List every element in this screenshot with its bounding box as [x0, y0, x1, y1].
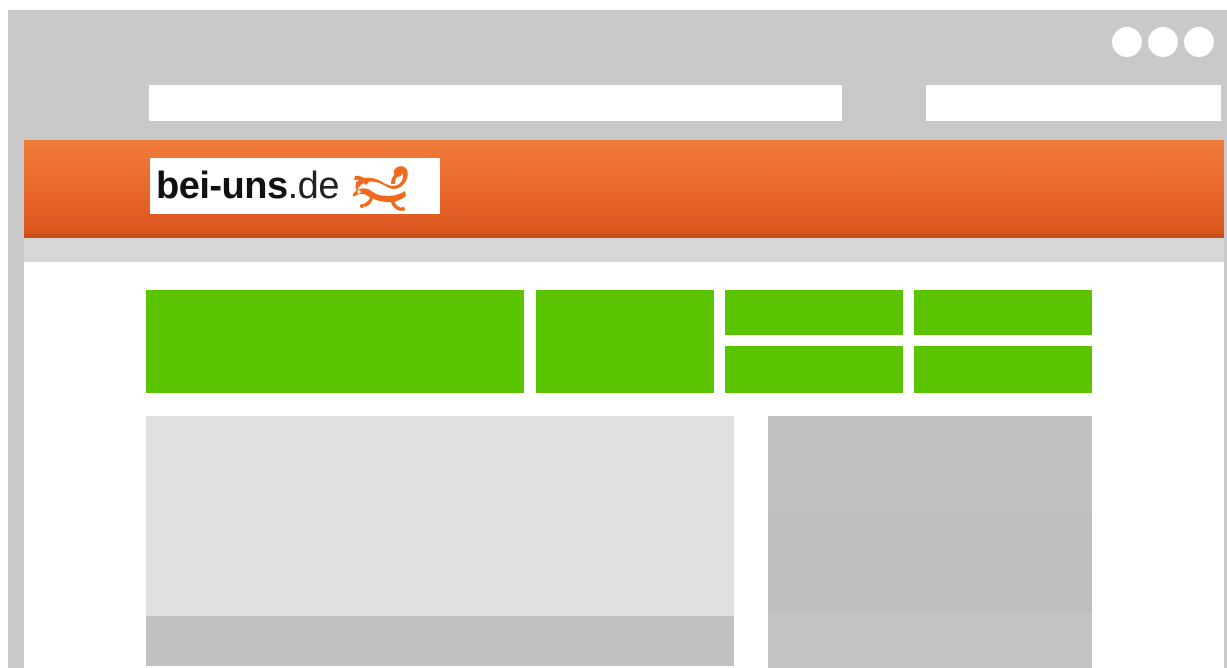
sidebar-block-3 — [768, 612, 1092, 668]
main-content-placeholder — [146, 416, 734, 616]
sidebar-block-1 — [768, 416, 1092, 512]
feature-tile-1[interactable] — [146, 290, 524, 393]
url-bar[interactable] — [149, 85, 842, 121]
web-page: bei-uns.de — [24, 140, 1224, 668]
feature-tile-6[interactable] — [914, 346, 1092, 393]
feature-tile-2[interactable] — [536, 290, 714, 393]
window-control-dot-1[interactable] — [1112, 27, 1142, 57]
search-bar[interactable] — [926, 85, 1221, 121]
site-logo[interactable]: bei-uns.de — [150, 158, 440, 214]
window-control-dot-2[interactable] — [1148, 27, 1178, 57]
window-control-dot-3[interactable] — [1184, 27, 1214, 57]
logo-tld: .de — [287, 165, 340, 207]
logo-text: bei-uns.de — [156, 167, 339, 205]
feature-tile-4[interactable] — [914, 290, 1092, 335]
feature-tile-3[interactable] — [725, 290, 903, 335]
browser-window: bei-uns.de — [8, 10, 1227, 668]
logo-brand: bei-uns — [156, 165, 288, 207]
sidebar-block-2 — [768, 512, 1092, 612]
header-divider — [24, 238, 1224, 262]
gecko-icon — [352, 166, 408, 211]
main-content-footer — [146, 616, 734, 666]
site-header: bei-uns.de — [24, 140, 1224, 238]
feature-tile-5[interactable] — [725, 346, 903, 393]
